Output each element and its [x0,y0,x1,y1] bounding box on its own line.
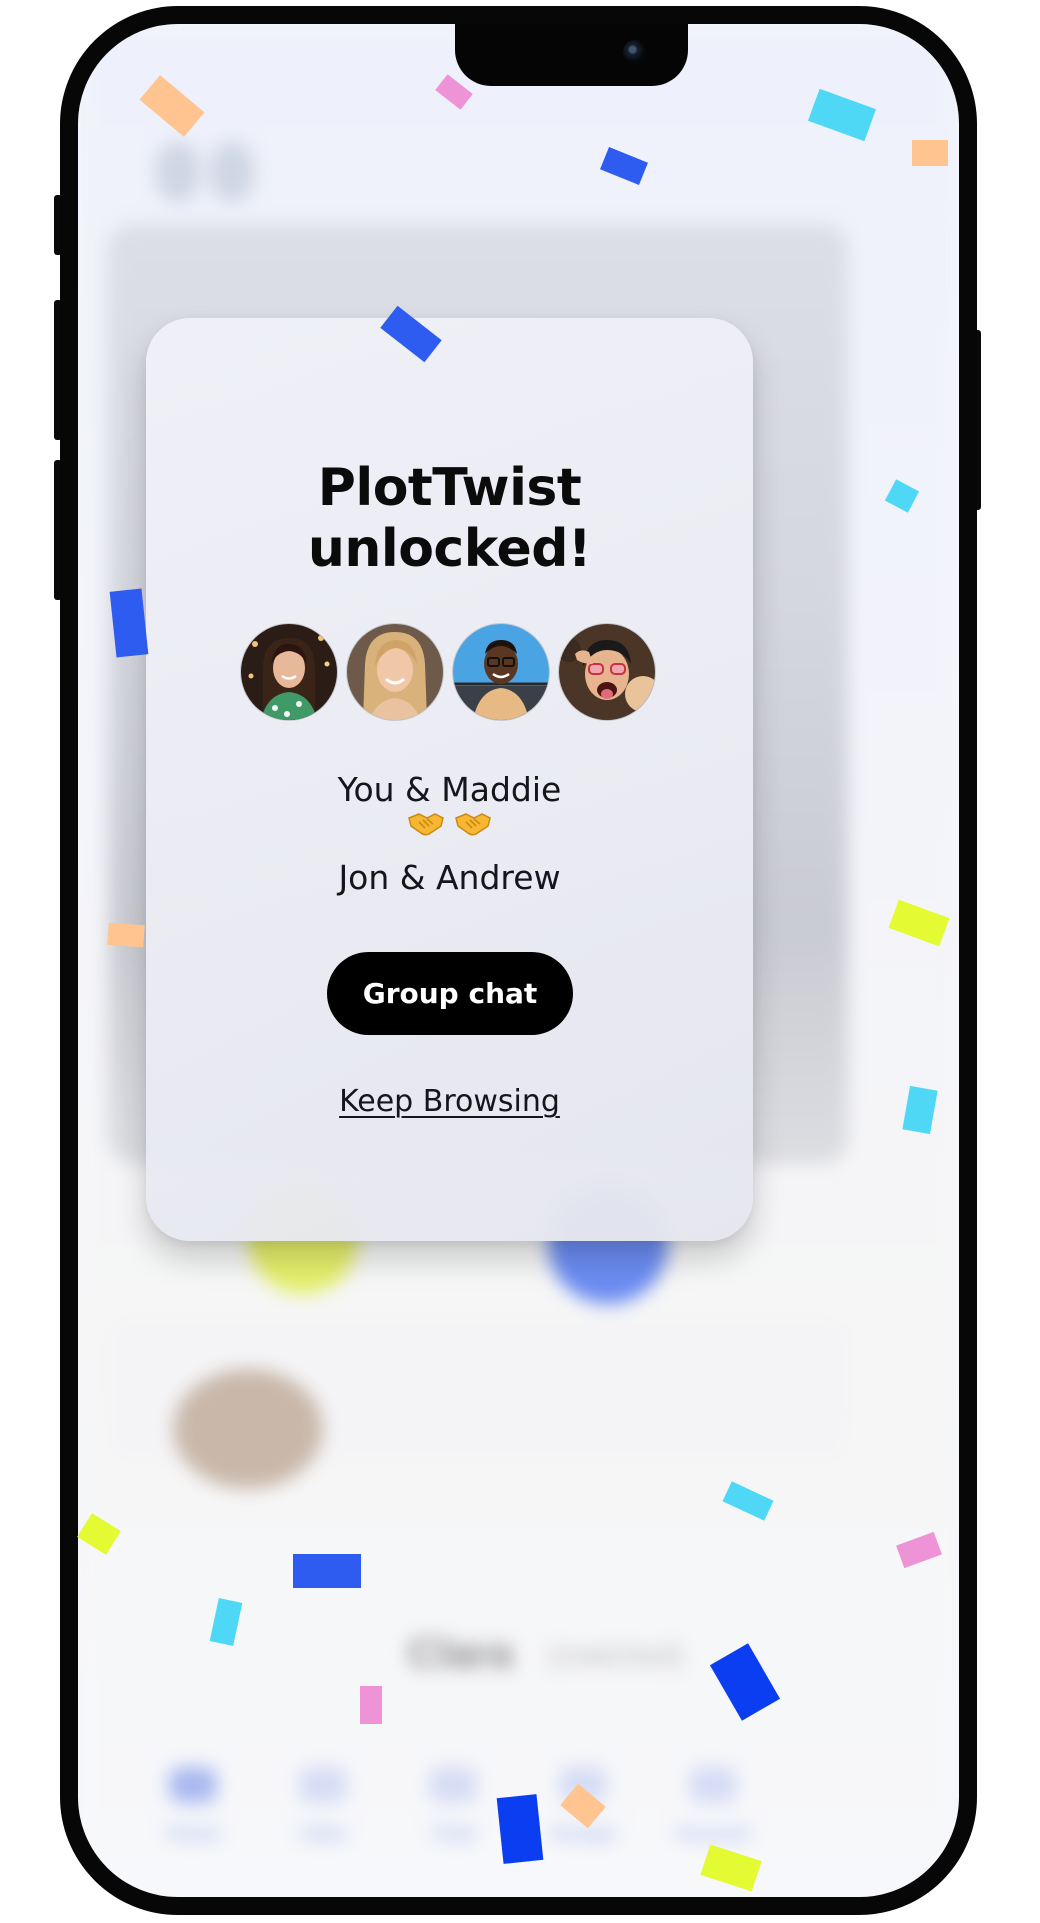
avatar-3-photo [452,623,550,721]
avatar-2-photo [346,623,444,721]
avatar-row [240,623,660,721]
confetti-piece [109,588,149,658]
modal-title-line-2: unlocked! [307,519,592,579]
background-person-photo [173,1369,323,1489]
confetti-piece [496,1794,544,1864]
plottwist-unlocked-modal: PlotTwist unlocked! You & Maddie Jon & A… [146,318,753,1241]
confetti-piece [293,1554,361,1588]
background-profile-name: Clara [408,1629,514,1676]
modal-title: PlotTwist unlocked! [146,458,753,580]
avatar-4-photo [558,623,656,721]
confetti-piece [912,140,948,166]
modal-title-line-1: PlotTwist [317,458,582,518]
phone-frame: Clara (matched) Home Likes Chat Groups A… [60,6,977,1915]
keep-browsing-link-row: Keep Browsing [146,1084,753,1119]
background-profile-subtitle: (matched) [548,1639,684,1672]
front-camera-icon [623,40,647,64]
avatar-1-photo [240,623,338,721]
handshake-row [146,808,753,844]
handshake-icon [455,813,491,836]
handshake-icon [408,813,444,836]
phone-notch [455,24,688,86]
confetti-piece [360,1686,382,1724]
keep-browsing-link[interactable]: Keep Browsing [339,1084,560,1119]
group-chat-button[interactable]: Group chat [327,952,573,1035]
confetti-piece [107,922,145,948]
pair-them-label: Jon & Andrew [338,858,561,897]
background-header-avatars [156,142,264,206]
pair-you-label: You & Maddie [337,770,562,809]
